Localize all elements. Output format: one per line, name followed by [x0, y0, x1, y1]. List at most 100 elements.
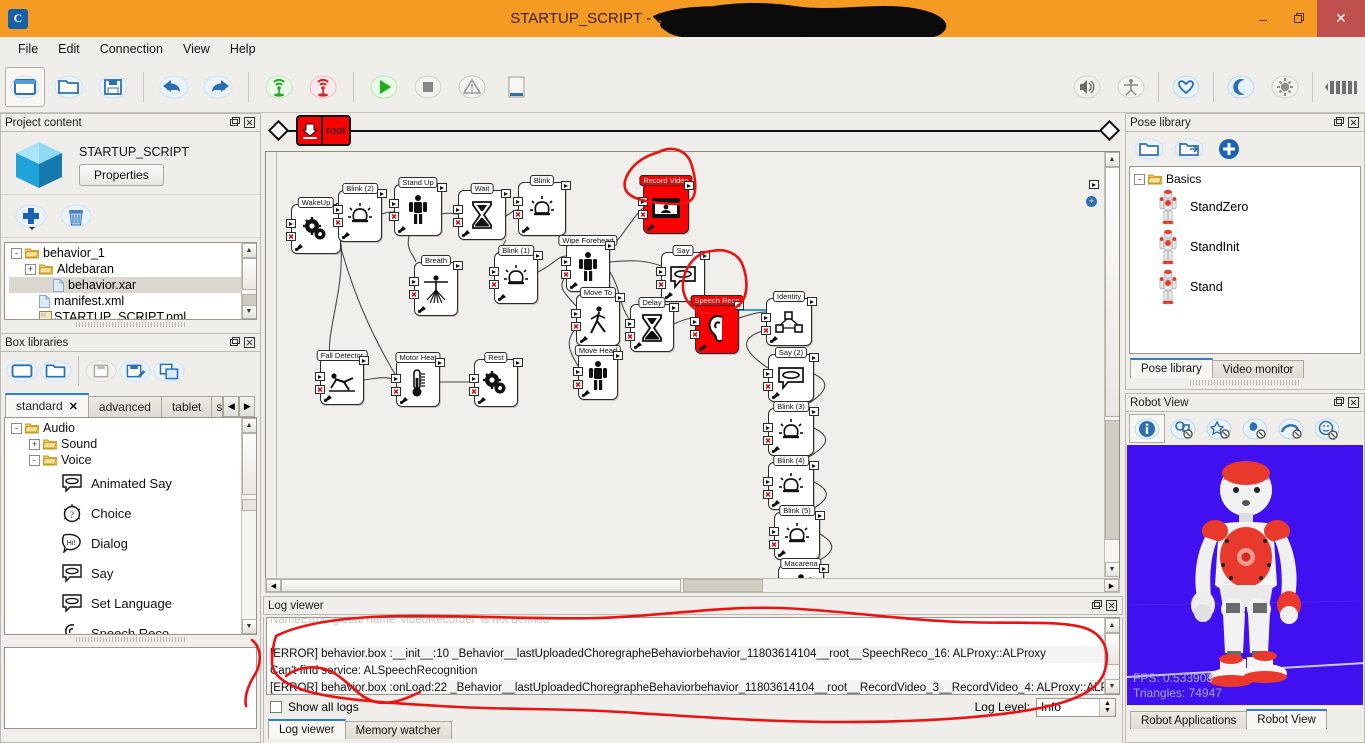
open-file-icon[interactable]: [49, 67, 89, 107]
scroll-right-icon[interactable]: ▶: [1104, 579, 1119, 592]
maximize-button[interactable]: [1281, 0, 1317, 37]
menu-file[interactable]: File: [8, 39, 48, 59]
edit-script-icon[interactable]: [664, 287, 678, 299]
menu-connection[interactable]: Connection: [90, 39, 173, 59]
add-pose-icon[interactable]: [1212, 134, 1246, 164]
input-port[interactable]: [489, 267, 499, 276]
box-library-tab-tablet[interactable]: tablet: [160, 396, 213, 417]
flow-box-wait[interactable]: Wait: [453, 183, 511, 240]
edit-script-icon[interactable]: [633, 337, 647, 349]
tab-pose-library[interactable]: Pose library: [1130, 358, 1213, 378]
log-viewer-tabs[interactable]: Log viewer Memory watcher: [264, 719, 1122, 739]
export-pose-icon[interactable]: [1172, 134, 1206, 164]
menu-view[interactable]: View: [173, 39, 220, 59]
box-library-tab-standard[interactable]: standard ✕: [5, 393, 89, 417]
edit-script-icon[interactable]: [769, 331, 783, 343]
robot-view-tabs[interactable]: Robot Applications Robot View: [1126, 709, 1364, 729]
box-library-item[interactable]: Animated Say: [9, 468, 256, 498]
output-port[interactable]: [513, 358, 523, 367]
flow-box-delay[interactable]: Delay: [625, 297, 679, 352]
box-library-folder[interactable]: - Audio: [9, 420, 256, 436]
flow-box-blink3[interactable]: Blink (3): [763, 401, 819, 456]
output-port[interactable]: [807, 297, 817, 306]
flow-box-say2[interactable]: Say (2): [763, 347, 819, 402]
scroll-up-icon[interactable]: ▲: [241, 243, 256, 258]
box-library-tab-advanced[interactable]: advanced: [87, 396, 162, 417]
open-pose-folder-icon[interactable]: [1132, 134, 1166, 164]
output-port[interactable]: [501, 189, 511, 198]
life-icon[interactable]: [1166, 67, 1206, 107]
project-tree[interactable]: - behavior_1 + Aldebaran behavior.xar manifes…: [4, 242, 257, 320]
tree-toggle-icon[interactable]: +: [25, 263, 36, 275]
tab-memory-watcher[interactable]: Memory watcher: [344, 721, 452, 739]
project-tree-item[interactable]: + Aldebaran: [9, 261, 256, 277]
canvas-horizontal-scrollbar[interactable]: ◀ ▶: [265, 578, 1120, 593]
flow-box-recordvideo[interactable]: Record Video: [638, 175, 694, 234]
tab-video-monitor[interactable]: Video monitor: [1211, 360, 1305, 378]
close-panel-icon[interactable]: [1347, 116, 1360, 129]
face-icon[interactable]: [1309, 414, 1345, 443]
close-panel-icon[interactable]: [243, 336, 256, 349]
tree-toggle-icon[interactable]: -: [11, 247, 22, 259]
input-port[interactable]: [763, 477, 773, 486]
input-port[interactable]: [638, 197, 648, 206]
project-tree-item[interactable]: manifest.xml: [9, 293, 256, 309]
properties-button[interactable]: Properties: [79, 163, 164, 186]
close-panel-icon[interactable]: [1347, 396, 1360, 409]
input-port[interactable]: [761, 313, 771, 322]
edit-script-icon[interactable]: [477, 392, 491, 404]
tab-robot-applications[interactable]: Robot Applications: [1130, 711, 1248, 729]
save-as-library-icon[interactable]: [118, 356, 152, 386]
input-port[interactable]: [469, 374, 479, 383]
input-port[interactable]: [763, 423, 773, 432]
error-port[interactable]: [690, 330, 700, 339]
output-port[interactable]: [561, 181, 571, 190]
duplicate-library-icon[interactable]: [152, 356, 186, 386]
scroll-up-icon[interactable]: ▲: [1104, 618, 1119, 633]
stop-icon[interactable]: [408, 67, 448, 107]
tab-next-icon[interactable]: ▶: [239, 396, 256, 417]
box-library-tree[interactable]: - Audio + Sound - Voice Animated Say? Choice Hi!…: [4, 417, 257, 635]
flow-box-blink1[interactable]: Blink (1): [489, 245, 543, 304]
input-port[interactable]: [389, 199, 399, 208]
close-tab-icon[interactable]: ✕: [69, 400, 78, 413]
output-port[interactable]: [700, 251, 710, 260]
box-library-item[interactable]: Speech Reco.: [9, 618, 256, 634]
tab-log-viewer[interactable]: Log viewer: [268, 719, 346, 739]
output-port[interactable]: [377, 189, 387, 198]
pose-item[interactable]: StandZero: [1134, 187, 1360, 227]
spinner-arrows-icon[interactable]: ▲ ▼: [1099, 698, 1115, 716]
error-port[interactable]: [409, 290, 419, 299]
tab-prev-icon[interactable]: ◀: [223, 396, 240, 417]
output-port[interactable]: [669, 303, 679, 312]
edit-script-icon[interactable]: [397, 221, 411, 233]
edit-script-icon[interactable]: [698, 339, 712, 351]
input-port[interactable]: [315, 372, 325, 381]
trash-icon[interactable]: [59, 201, 93, 231]
tablet-icon[interactable]: [496, 67, 536, 107]
undock-icon[interactable]: [1090, 599, 1103, 612]
tree-toggle-icon[interactable]: -: [11, 422, 22, 434]
pose-tree[interactable]: - Basics StandZero StandInit Stand: [1129, 166, 1361, 354]
input-port[interactable]: [763, 369, 773, 378]
input-port[interactable]: [513, 197, 523, 206]
output-port[interactable]: [684, 181, 694, 190]
flow-box-blink2[interactable]: Blink (2): [333, 183, 387, 242]
info-icon[interactable]: [1129, 414, 1165, 443]
input-port[interactable]: [690, 317, 700, 326]
splitter-handle[interactable]: [1126, 378, 1364, 386]
output-port[interactable]: [809, 461, 819, 470]
play-icon[interactable]: [364, 67, 404, 107]
flow-box-standup[interactable]: Stand Up: [389, 177, 447, 236]
joints-icon[interactable]: [1165, 414, 1201, 443]
close-button[interactable]: ✕: [1317, 0, 1365, 37]
output-port[interactable]: [437, 183, 447, 192]
output-port[interactable]: [734, 301, 744, 310]
project-tree-scrollbar[interactable]: ▲ ▼: [241, 243, 256, 319]
sensors-icon[interactable]: [1201, 414, 1237, 443]
warning-icon[interactable]: [452, 67, 492, 107]
project-tree-item[interactable]: behavior.xar: [9, 277, 256, 293]
scroll-down-icon[interactable]: ▼: [241, 304, 256, 319]
connect-icon[interactable]: [259, 67, 299, 107]
edit-script-icon[interactable]: [521, 221, 535, 233]
